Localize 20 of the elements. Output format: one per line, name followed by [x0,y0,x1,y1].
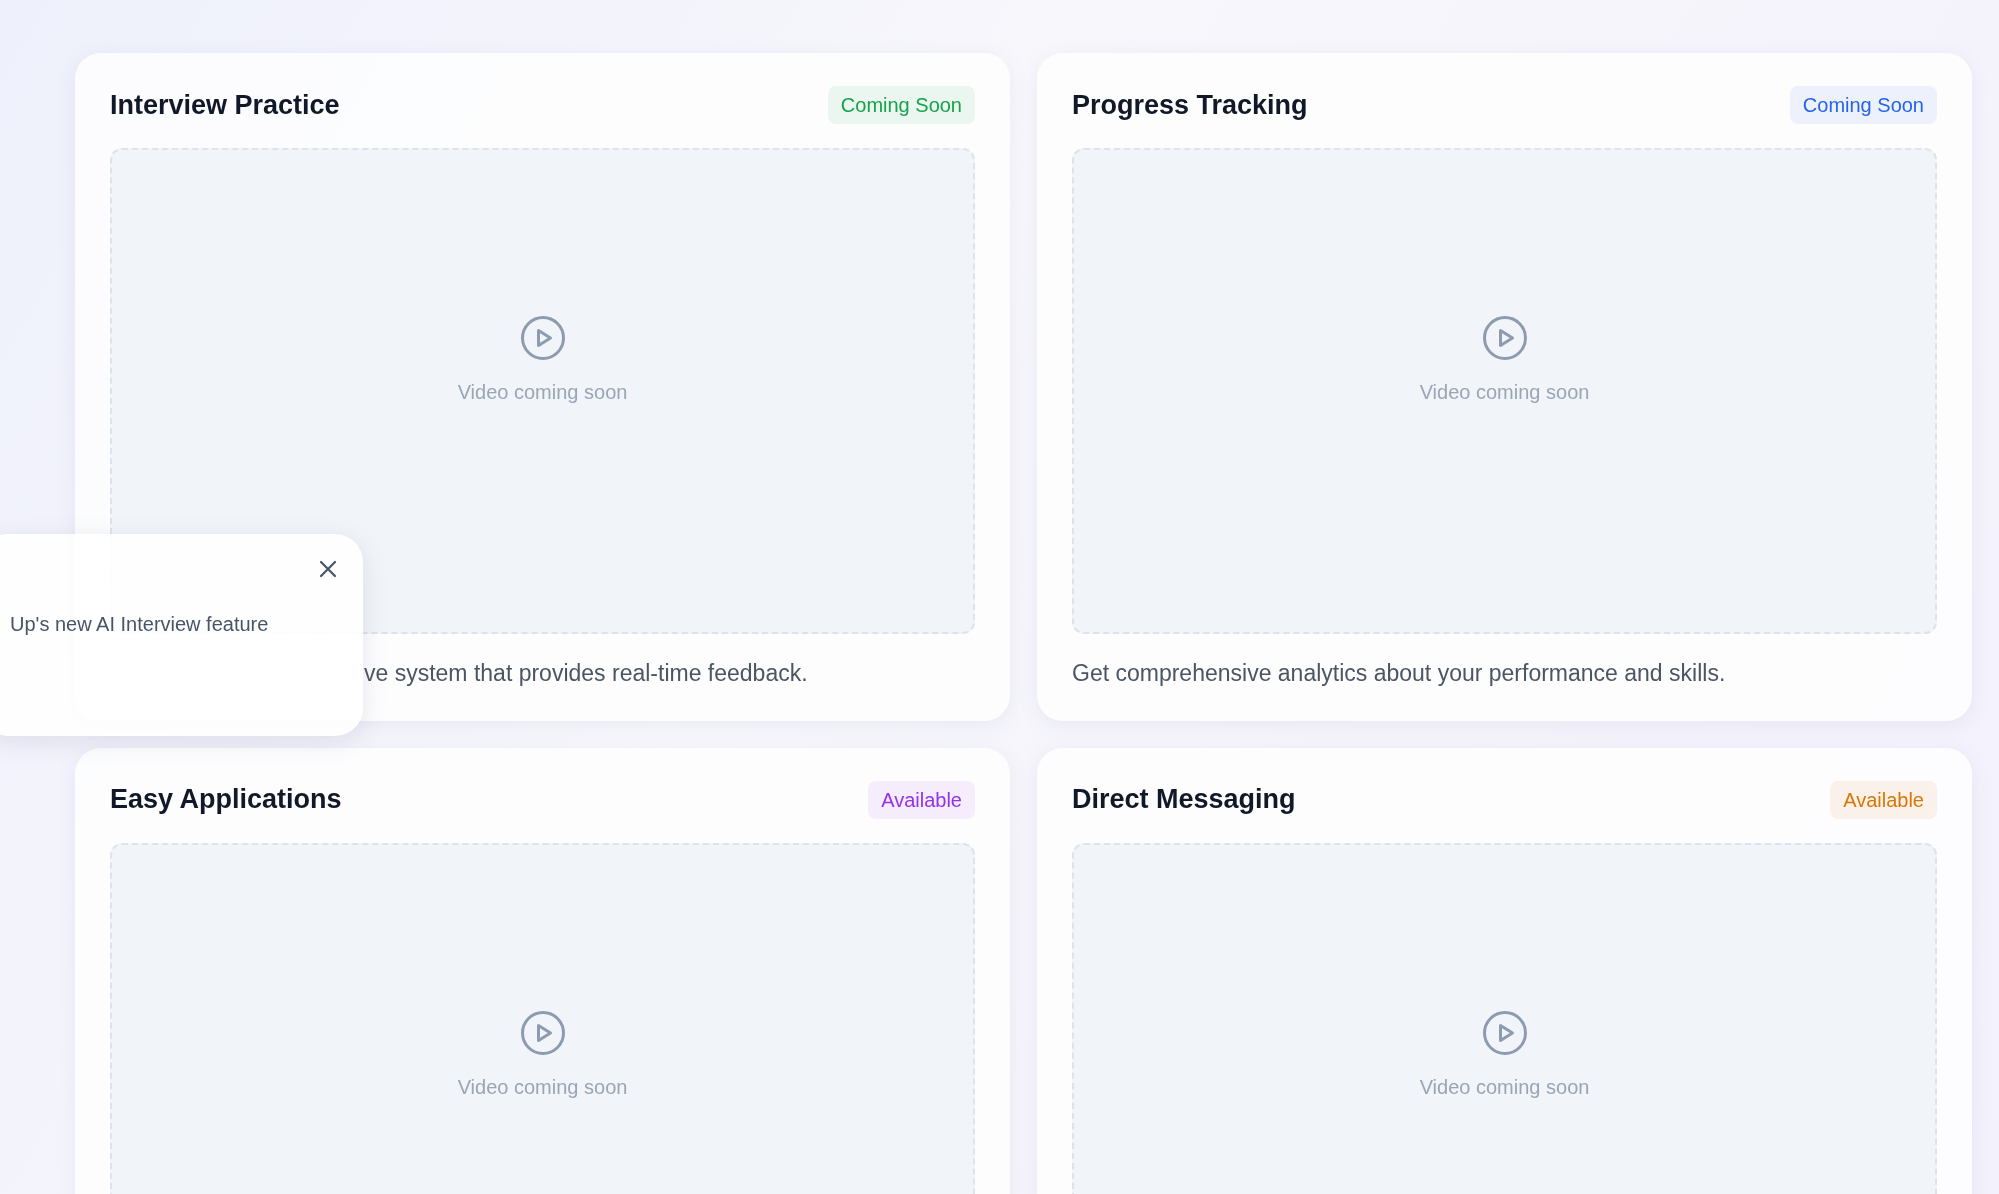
card-description: Get comprehensive analytics about your performance and skills. [1072,659,1726,688]
play-icon[interactable] [519,1009,566,1056]
status-badge: Available [868,780,975,819]
toast-message: Up's new AI Interview feature [10,612,269,637]
status-badge: Available [1830,780,1937,819]
play-icon[interactable] [519,315,566,361]
card-title: Direct Messaging [1072,783,1296,817]
play-icon[interactable] [1481,315,1528,361]
play-icon[interactable] [1481,1009,1528,1056]
card-title: Easy Applications [110,783,342,817]
card-title: Interview Practice [110,88,340,122]
close-icon [319,560,337,578]
video-caption: Video coming soon [1419,1074,1590,1100]
video-caption: Video coming soon [1419,380,1590,405]
video-caption: Video coming soon [457,1074,628,1100]
status-badge: Coming Soon [1789,86,1937,124]
card-title: Progress Tracking [1072,88,1308,122]
video-caption: Video coming soon [457,380,628,405]
card-description: ve system that provides real-time feedback. [364,659,808,688]
status-badge: Coming Soon [827,86,975,124]
